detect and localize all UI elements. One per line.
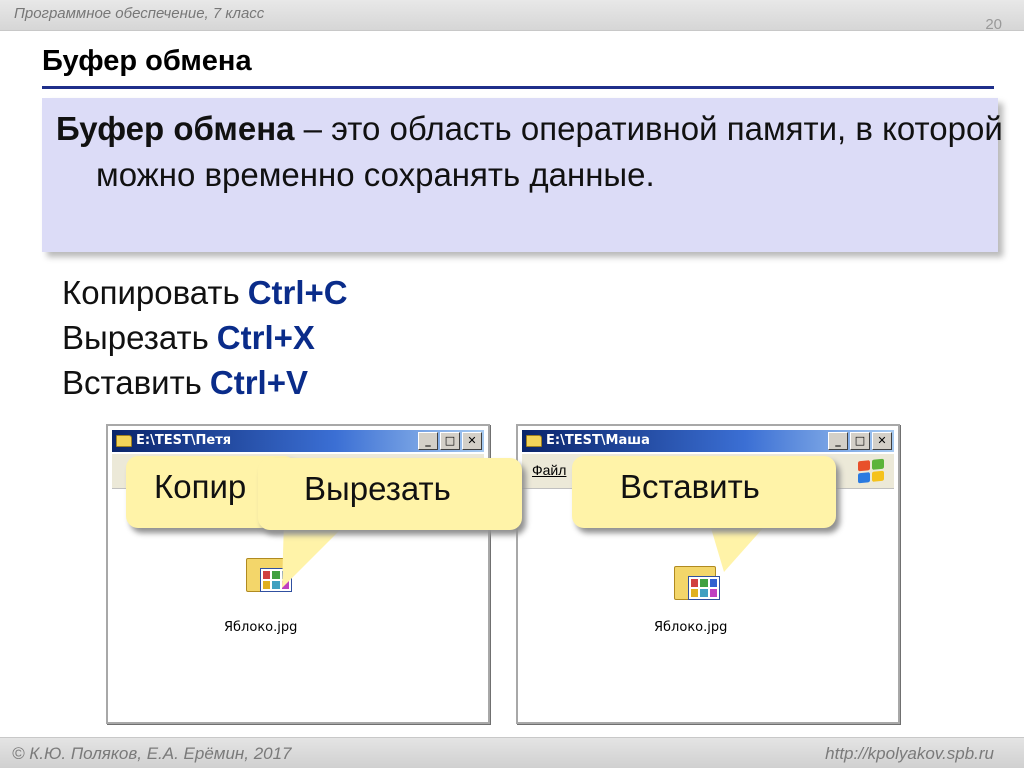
callout-cut: Вырезать — [258, 458, 522, 530]
callout-copy-text: Копир — [154, 468, 247, 505]
shortcut-key: Ctrl+C — [247, 274, 348, 311]
title-divider — [42, 86, 994, 89]
window-titlebar[interactable]: E:\TEST\Маша _ □ ✕ — [522, 430, 894, 452]
footer-link[interactable]: http://kpolyakov.spb.ru — [825, 744, 994, 764]
shortcut-action: Копировать — [62, 274, 240, 311]
shortcut-paste: Вставить Ctrl+V — [62, 360, 348, 405]
definition-term: Буфер обмена — [56, 110, 295, 147]
minimize-icon[interactable]: _ — [828, 432, 848, 450]
callout-cut-tail — [282, 520, 350, 588]
slide-number: 20 — [985, 16, 1002, 33]
footer-bar: © К.Ю. Поляков, Е.А. Ерёмин, 2017 http:/… — [0, 737, 1024, 768]
shortcut-action: Вставить — [62, 364, 202, 401]
file-name[interactable]: Яблоко.jpg — [224, 620, 297, 635]
window-title: E:\TEST\Маша — [546, 433, 650, 448]
shortcut-copy: Копировать Ctrl+C — [62, 270, 348, 315]
file-name[interactable]: Яблоко.jpg — [654, 620, 727, 635]
maximize-icon[interactable]: □ — [850, 432, 870, 450]
menu-file[interactable]: Файл — [532, 462, 566, 478]
window-controls: _ □ ✕ — [418, 432, 482, 450]
definition-text: Буфер обмена – это область оперативной п… — [56, 106, 1016, 198]
shortcut-key: Ctrl+X — [216, 319, 315, 356]
callout-paste: Вставить — [572, 456, 836, 528]
maximize-icon[interactable]: □ — [440, 432, 460, 450]
top-bar: Программное обеспечение, 7 класс — [0, 0, 1024, 31]
folder-icon — [526, 435, 542, 447]
callout-cut-text: Вырезать — [304, 470, 451, 507]
window-controls: _ □ ✕ — [828, 432, 892, 450]
windows-logo-icon — [858, 458, 884, 484]
shortcut-list: Копировать Ctrl+C Вырезать Ctrl+X Вставить… — [62, 270, 348, 405]
page-title: Буфер обмена — [42, 45, 252, 77]
folder-icon — [116, 435, 132, 447]
window-title: E:\TEST\Петя — [136, 433, 232, 448]
shortcut-key: Ctrl+V — [209, 364, 309, 401]
definition-box: Буфер обмена – это область оперативной п… — [42, 98, 1003, 252]
callout-paste-text: Вставить — [620, 468, 760, 505]
shortcut-cut: Вырезать Ctrl+X — [62, 315, 348, 360]
window-titlebar[interactable]: E:\TEST\Петя _ □ ✕ — [112, 430, 484, 452]
close-icon[interactable]: ✕ — [462, 432, 482, 450]
shortcut-action: Вырезать — [62, 319, 209, 356]
course-caption: Программное обеспечение, 7 класс — [14, 5, 265, 22]
close-icon[interactable]: ✕ — [872, 432, 892, 450]
footer-credit: © К.Ю. Поляков, Е.А. Ерёмин, 2017 — [12, 744, 292, 763]
minimize-icon[interactable]: _ — [418, 432, 438, 450]
